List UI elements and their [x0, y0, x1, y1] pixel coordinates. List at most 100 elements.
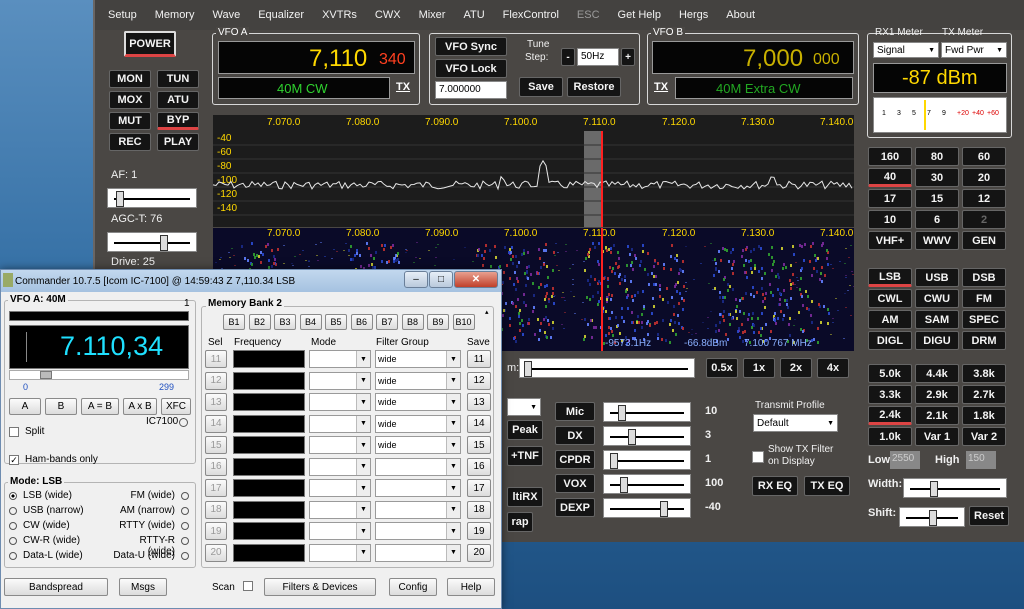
- vfo-b-tx-indicator[interactable]: TX: [654, 81, 668, 93]
- reset-button[interactable]: Reset: [969, 506, 1009, 526]
- menu-cwx[interactable]: CWX: [375, 9, 401, 21]
- mode-sam[interactable]: SAM: [915, 310, 959, 329]
- bank-b9-button[interactable]: B9: [427, 314, 449, 330]
- save-slot-button[interactable]: 20: [467, 543, 491, 562]
- filter-2-1k[interactable]: 2.1k: [915, 406, 959, 425]
- vfo-b-select-button[interactable]: B: [45, 398, 77, 415]
- low-field[interactable]: 2550: [890, 451, 920, 469]
- power-button[interactable]: POWER: [124, 31, 176, 57]
- rx1-meter-select[interactable]: Signal: [873, 42, 939, 58]
- a-equals-b-button[interactable]: A = B: [81, 398, 119, 415]
- filter-3-8k[interactable]: 3.8k: [962, 364, 1006, 383]
- filter-1-8k[interactable]: 1.8k: [962, 406, 1006, 425]
- multirx-button[interactable]: ltiRX: [507, 487, 543, 507]
- mode-spec[interactable]: SPEC: [962, 310, 1006, 329]
- sel-button[interactable]: 13: [205, 393, 227, 411]
- step-value-field[interactable]: 50Hz: [577, 48, 619, 66]
- filter-2-4k[interactable]: 2.4k: [868, 406, 912, 425]
- menu-atu[interactable]: ATU: [463, 9, 484, 21]
- filter-2-7k[interactable]: 2.7k: [962, 385, 1006, 404]
- play-button[interactable]: PLAY: [157, 133, 199, 151]
- memory-mode-select[interactable]: ▼: [309, 457, 371, 476]
- menu-about[interactable]: About: [726, 9, 755, 21]
- band-60[interactable]: 60: [962, 147, 1006, 166]
- step-minus-button[interactable]: -: [561, 48, 575, 66]
- transmit-profile-select[interactable]: Default: [753, 414, 838, 432]
- memory-frequency-cell[interactable]: [233, 436, 305, 454]
- memory-frequency-cell[interactable]: [233, 350, 305, 368]
- filter-4-4k[interactable]: 4.4k: [915, 364, 959, 383]
- spectrum-display[interactable]: 7.070.0 7.080.0 7.090.0 7.100.0 7.110.0 7.120…: [213, 115, 854, 227]
- save-slot-button[interactable]: 19: [467, 522, 491, 540]
- filter-5-0k[interactable]: 5.0k: [868, 364, 912, 383]
- band-wwv[interactable]: WWV: [915, 231, 959, 250]
- save-slot-button[interactable]: 11: [467, 350, 491, 368]
- save-slot-button[interactable]: 17: [467, 479, 491, 497]
- mode-radio-right[interactable]: [181, 552, 189, 560]
- mode-am[interactable]: AM: [868, 310, 912, 329]
- menu-mixer[interactable]: Mixer: [419, 9, 446, 21]
- vox-button[interactable]: VOX: [555, 474, 595, 493]
- radio-select-radio[interactable]: [179, 418, 188, 427]
- help-button[interactable]: Help: [447, 578, 495, 596]
- show-tx-filter-checkbox[interactable]: [752, 451, 764, 463]
- save-slot-button[interactable]: 16: [467, 457, 491, 476]
- bank-b2-button[interactable]: B2: [248, 314, 271, 330]
- vfo-b-display[interactable]: 7,000 000: [652, 41, 854, 74]
- memory-frequency-field[interactable]: 7.000000: [435, 81, 507, 99]
- menu-hergs[interactable]: Hergs: [679, 9, 708, 21]
- sel-button[interactable]: 12: [205, 371, 227, 390]
- vfo-a-select-button[interactable]: A: [9, 398, 41, 415]
- peak-button[interactable]: Peak: [507, 420, 543, 440]
- mode-cwl[interactable]: CWL: [868, 289, 912, 308]
- memory-frequency-cell[interactable]: [233, 371, 305, 390]
- sel-button[interactable]: 11: [205, 350, 227, 368]
- memory-filter-select[interactable]: wide ▼: [375, 414, 461, 433]
- band-6[interactable]: 6: [915, 210, 959, 229]
- bank-b7-button[interactable]: B7: [376, 314, 398, 330]
- vfo-a-tx-indicator[interactable]: TX: [396, 81, 410, 93]
- freq-spinner[interactable]: [26, 332, 38, 362]
- band-40[interactable]: 40: [868, 168, 912, 187]
- memory-filter-select[interactable]: ▼: [375, 543, 461, 562]
- memory-mode-select[interactable]: ▼: [309, 543, 371, 562]
- zoom-1x-button[interactable]: 1x: [743, 358, 775, 378]
- sel-button[interactable]: 19: [205, 522, 227, 540]
- mode-radio-right[interactable]: [181, 492, 189, 500]
- memory-frequency-cell[interactable]: [233, 479, 305, 497]
- memory-filter-select[interactable]: wide ▼: [375, 436, 461, 454]
- tx-eq-button[interactable]: TX EQ: [804, 476, 850, 496]
- cpdr-button[interactable]: CPDR: [555, 450, 595, 469]
- mode-radio-left[interactable]: [9, 552, 17, 560]
- filter-var-2[interactable]: Var 2: [962, 427, 1006, 446]
- filter-1-0k[interactable]: 1.0k: [868, 427, 912, 446]
- dx-button[interactable]: DX: [555, 426, 595, 445]
- mode-radio-left[interactable]: [9, 522, 17, 530]
- menu-flexcontrol[interactable]: FlexControl: [503, 9, 559, 21]
- mode-radio-right[interactable]: [181, 537, 189, 545]
- band-10[interactable]: 10: [868, 210, 912, 229]
- a-swap-b-button[interactable]: A x B: [123, 398, 157, 415]
- bank-b6-button[interactable]: B6: [350, 314, 373, 330]
- rec-button[interactable]: REC: [109, 133, 151, 151]
- sel-button[interactable]: 14: [205, 414, 227, 433]
- memory-mode-select[interactable]: ▼: [309, 479, 371, 497]
- dexp-button[interactable]: DEXP: [555, 498, 595, 517]
- memory-filter-select[interactable]: wide ▼: [375, 393, 461, 411]
- band-20[interactable]: 20: [962, 168, 1006, 187]
- menu-equalizer[interactable]: Equalizer: [258, 9, 304, 21]
- cpdr-slider[interactable]: [603, 450, 691, 470]
- sel-button[interactable]: 18: [205, 500, 227, 519]
- menu-setup[interactable]: Setup: [108, 9, 137, 21]
- memory-mode-select[interactable]: ▼: [309, 500, 371, 519]
- mode-radio-right[interactable]: [181, 522, 189, 530]
- high-field[interactable]: 150: [966, 451, 996, 469]
- mon-button[interactable]: MON: [109, 70, 151, 88]
- band-vhf-[interactable]: VHF+: [868, 231, 912, 250]
- memory-filter-select[interactable]: ▼: [375, 522, 461, 540]
- filter-3-3k[interactable]: 3.3k: [868, 385, 912, 404]
- step-plus-button[interactable]: +: [621, 48, 635, 66]
- memory-frequency-cell[interactable]: [233, 522, 305, 540]
- vfo-a-display[interactable]: 7,110 340: [218, 41, 415, 74]
- tun-button[interactable]: TUN: [157, 70, 199, 88]
